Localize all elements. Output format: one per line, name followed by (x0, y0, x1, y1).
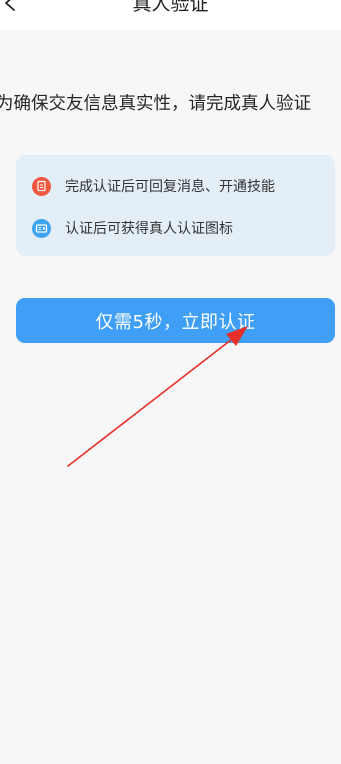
nav-header: 真人验证 (0, 0, 341, 30)
verification-notice: 为确保交友信息真实性，请完成真人验证 (0, 94, 311, 114)
benefit-label: 认证后可获得真人认证图标 (65, 221, 233, 237)
benefits-card: 完成认证后可回复消息、开通技能 认证后可获得真人认证图标 (16, 155, 335, 256)
benefit-label: 完成认证后可回复消息、开通技能 (65, 179, 275, 195)
benefit-item: 认证后可获得真人认证图标 (32, 217, 233, 239)
id-card-icon (32, 218, 51, 238)
verification-screen: 真人验证 为确保交友信息真实性，请完成真人验证 完成认证后可回复消息、开通技能 (0, 0, 341, 764)
benefit-item: 完成认证后可回复消息、开通技能 (32, 175, 275, 197)
badge-certificate-icon (32, 176, 51, 196)
page-title: 真人验证 (132, 0, 209, 15)
verify-now-button[interactable]: 仅需5秒，立即认证 (16, 298, 335, 343)
